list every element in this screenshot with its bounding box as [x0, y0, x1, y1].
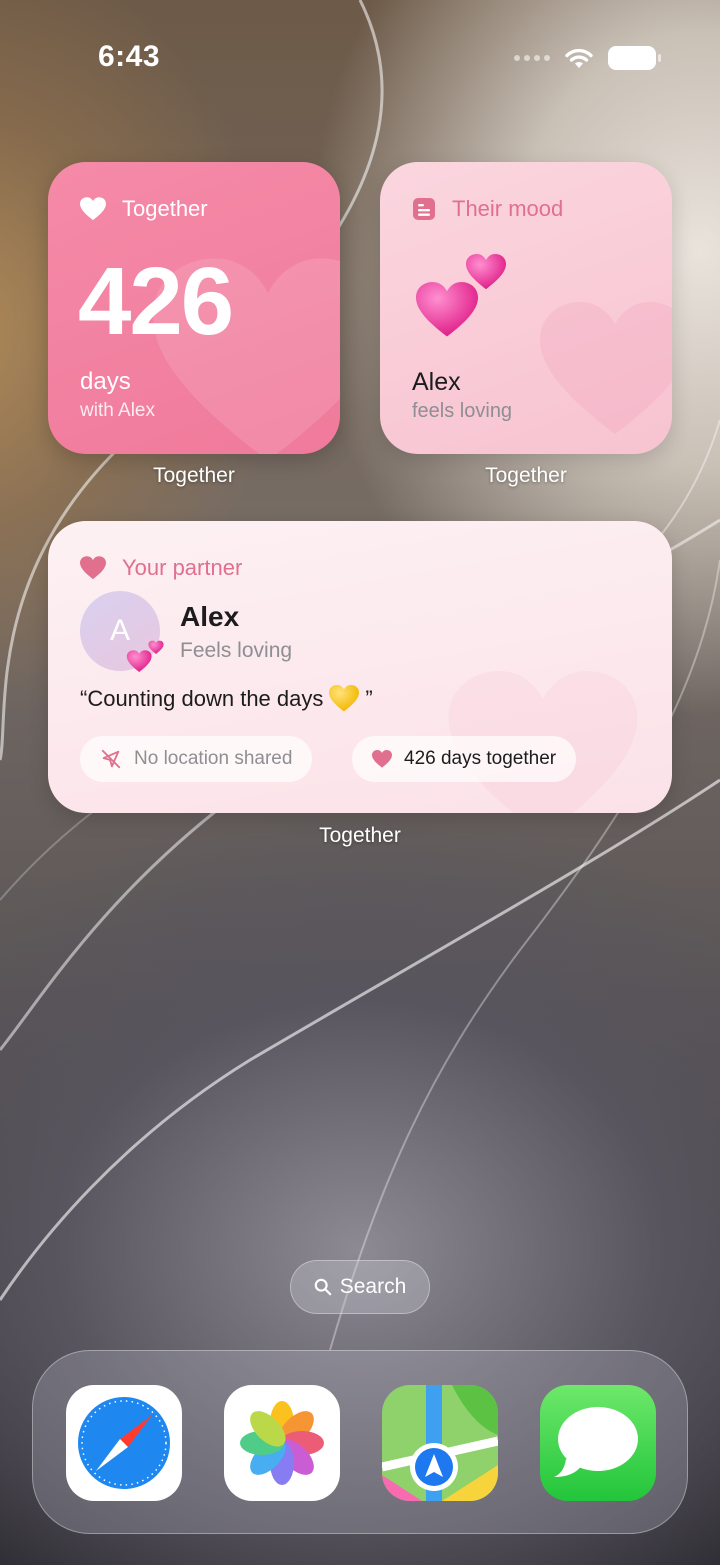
two-hearts-icon [126, 640, 164, 673]
status-time: 6:43 [98, 40, 161, 73]
quote-text: “Counting down the days [80, 685, 324, 711]
wifi-icon [565, 48, 593, 68]
quote-end: ” [365, 685, 373, 711]
partner-quote: “Counting down the days ” [80, 685, 373, 712]
location-chip[interactable]: No location shared [80, 736, 313, 782]
search-icon [314, 1278, 331, 1296]
partner-name: Alex [180, 601, 240, 632]
days-together-chip[interactable]: 426 days together [352, 736, 577, 782]
battery-icon [608, 46, 661, 70]
partner-name: Alex [412, 368, 461, 396]
heart-icon [372, 750, 392, 768]
location-chip-label: No location shared [134, 748, 293, 769]
days-count: 426 [78, 248, 234, 355]
widget-header: Your partner [80, 555, 242, 581]
partner-subtitle: with Alex [80, 400, 155, 421]
widget-title: Together [122, 196, 208, 221]
heart-icon [80, 197, 106, 221]
two-hearts-icon [416, 254, 506, 337]
heart-icon [80, 556, 106, 580]
mood-widget[interactable]: Their mood Alex feels loving [380, 162, 672, 454]
days-label: days [80, 368, 131, 395]
cellular-signal-icon [514, 55, 550, 61]
mood-status: feels loving [412, 400, 513, 422]
widget-header: Their mood [412, 196, 563, 222]
days-chip-label: 426 days together [404, 748, 557, 769]
note-icon [413, 198, 435, 220]
yellow-heart-icon [329, 685, 360, 712]
widget-caption-partner: Together [319, 824, 401, 847]
location-off-icon [101, 749, 121, 769]
search-button[interactable]: Search [290, 1260, 430, 1314]
together-widget[interactable]: Together 426 days with Alex [48, 162, 340, 454]
status-icons [514, 46, 661, 70]
search-label: Search [339, 1275, 407, 1298]
photos-app-icon[interactable] [224, 1385, 340, 1501]
widget-title: Your partner [122, 555, 243, 580]
partner-status: Feels loving [180, 639, 293, 662]
widget-title: Their mood [452, 196, 564, 221]
widget-header: Together [80, 196, 208, 222]
widget-caption-mood: Together [485, 464, 567, 487]
messages-app-icon[interactable] [540, 1385, 656, 1501]
dock [32, 1350, 688, 1534]
background-heart [540, 302, 672, 434]
widget-caption-together: Together [153, 464, 235, 487]
partner-widget[interactable]: Your partner A Alex Feels loving “Counti… [48, 521, 672, 813]
maps-app-icon[interactable] [382, 1385, 498, 1501]
safari-app-icon[interactable] [66, 1385, 182, 1501]
